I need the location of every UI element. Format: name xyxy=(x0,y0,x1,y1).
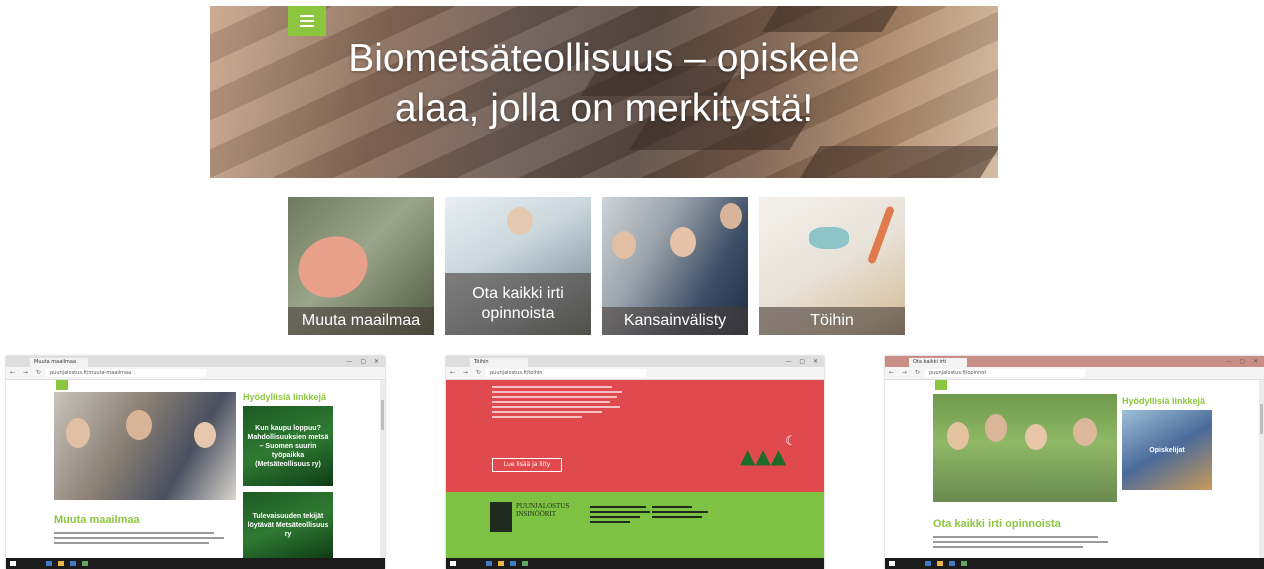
window-controls[interactable]: — ▢ ✕ xyxy=(346,358,382,365)
logo-emblem xyxy=(490,502,512,532)
window-controls[interactable]: — ▢ ✕ xyxy=(1225,358,1261,365)
moon-icon: ☾ xyxy=(785,434,797,449)
splash-image xyxy=(809,227,849,249)
link-card[interactable]: Opiskelijat xyxy=(1122,410,1212,490)
section-heading: Ota kaikki irti opinnoista xyxy=(933,518,1061,530)
tiles-grid: Muuta maailmaa Ota kaikki irti opinnoist… xyxy=(288,197,908,335)
windows-start-icon[interactable] xyxy=(10,561,16,566)
windows-start-icon[interactable] xyxy=(889,561,895,566)
nav-icons[interactable]: ← → ↻ xyxy=(889,369,923,376)
sidebar-title: Hyödyllisiä linkkejä xyxy=(1122,396,1206,406)
line-image xyxy=(866,205,896,265)
browser-tab[interactable]: Muuta maailmaa xyxy=(30,358,88,367)
url-field[interactable]: puunjalostus.fi/toihin xyxy=(486,369,646,377)
hero-title-line1: Biometsäteollisuus – opiskele xyxy=(348,37,860,80)
hand-image xyxy=(289,226,377,308)
tile-kansainvalisty[interactable]: Kansainvälisty xyxy=(602,197,748,335)
stair-shape xyxy=(800,146,998,178)
info-column xyxy=(590,506,650,526)
paragraph xyxy=(54,532,224,547)
url-field[interactable]: puunjalostus.fi/opinnot xyxy=(925,369,1085,377)
tab-bar: Töihin — ▢ ✕ xyxy=(446,356,824,367)
link-card-1[interactable]: Kun kaupu loppuu? Mahdollisuuksien metsä… xyxy=(243,406,333,486)
tree-icon: ▲▲▲ xyxy=(740,444,787,468)
page-content: Hyödyllisiä linkkejä Opiskelijat Ota kai… xyxy=(885,380,1264,558)
tile-label: Muuta maailmaa xyxy=(288,307,434,335)
paragraph xyxy=(933,536,1108,551)
paragraph xyxy=(492,386,622,421)
browser-window-2: Töihin — ▢ ✕ ← → ↻ puunjalostus.fi/toihi… xyxy=(446,356,824,569)
taskbar xyxy=(885,558,1264,569)
person-image xyxy=(670,227,696,257)
scrollbar[interactable] xyxy=(380,380,385,558)
tile-label: Töihin xyxy=(759,307,905,335)
menu-icon[interactable] xyxy=(935,380,947,390)
students-photo xyxy=(933,394,1117,502)
nav-icons[interactable]: ← → ↻ xyxy=(450,369,484,376)
students-photo xyxy=(54,392,236,500)
person-image xyxy=(720,203,742,229)
menu-icon[interactable] xyxy=(56,380,68,390)
tab-bar: Muuta maailmaa — ▢ ✕ xyxy=(6,356,385,367)
tab-bar: Ota kaikki irti opinnoista — ▢ ✕ xyxy=(885,356,1264,374)
tile-label: Kansainvälisty xyxy=(602,307,748,335)
hero-title-line2: alaa, jolla on merkitystä! xyxy=(394,87,814,130)
browser-tab[interactable]: Töihin xyxy=(470,358,528,367)
menu-icon xyxy=(300,15,314,17)
windows-start-icon[interactable] xyxy=(450,561,456,566)
info-column xyxy=(652,506,712,521)
stair-shape xyxy=(761,6,899,32)
address-bar: ← → ↻ puunjalostus.fi/opinnot xyxy=(885,367,1264,380)
taskbar xyxy=(446,558,824,569)
taskbar xyxy=(6,558,385,569)
address-bar: ← → ↻ puunjalostus.fi/toihin xyxy=(446,367,824,380)
person-image xyxy=(612,231,636,259)
tile-toihin[interactable]: Töihin xyxy=(759,197,905,335)
browser-window-1: Muuta maailmaa — ▢ ✕ ← → ↻ puunjalostus.… xyxy=(6,356,385,569)
hero-title: Biometsäteollisuus – opiskele alaa, joll… xyxy=(210,34,998,134)
tile-ota-kaikki-irti[interactable]: Ota kaikki irti opinnoista xyxy=(445,197,591,335)
sidebar-title: Hyödyllisiä linkkejä xyxy=(243,392,327,402)
browser-tab[interactable]: Ota kaikki irti opinnoista xyxy=(909,358,967,374)
hero-banner: Biometsäteollisuus – opiskele alaa, joll… xyxy=(210,6,998,178)
menu-button[interactable] xyxy=(288,6,326,36)
page-content: Lue lisää ja liity ☾ ▲▲▲ PUUNJALOSTUS IN… xyxy=(446,380,824,558)
tile-label: Ota kaikki irti opinnoista xyxy=(445,273,591,335)
page-content: Hyödyllisiä linkkejä Kun kaupu loppuu? M… xyxy=(6,380,385,558)
cta-button[interactable]: Lue lisää ja liity xyxy=(492,458,562,472)
url-field[interactable]: puunjalostus.fi/muuta-maailmaa xyxy=(46,369,206,377)
address-bar: ← → ↻ puunjalostus.fi/muuta-maailmaa xyxy=(6,367,385,380)
link-card-2[interactable]: Tulevaisuuden tekijät löytävät Metsäteol… xyxy=(243,492,333,558)
section-heading: Muuta maailmaa xyxy=(54,514,140,526)
browser-window-3: Ota kaikki irti opinnoista — ▢ ✕ ← → ↻ p… xyxy=(885,356,1264,569)
person-image xyxy=(507,207,533,235)
window-controls[interactable]: — ▢ ✕ xyxy=(785,358,821,365)
nav-icons[interactable]: ← → ↻ xyxy=(10,369,44,376)
main-site: Biometsäteollisuus – opiskele alaa, joll… xyxy=(210,6,998,386)
tile-muuta-maailmaa[interactable]: Muuta maailmaa xyxy=(288,197,434,335)
green-section: PUUNJALOSTUS INSINÖÖRIT xyxy=(446,492,824,558)
scrollbar[interactable] xyxy=(1259,380,1264,558)
logo-text: PUUNJALOSTUS INSINÖÖRIT xyxy=(516,502,570,518)
